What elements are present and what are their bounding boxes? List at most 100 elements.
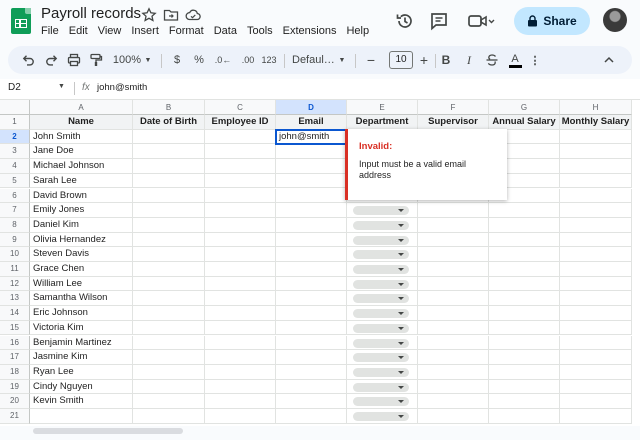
menu-format[interactable]: Format xyxy=(169,25,209,37)
department-dropdown[interactable] xyxy=(353,235,409,245)
table-cell[interactable] xyxy=(347,379,418,395)
menu-file[interactable]: File xyxy=(41,25,64,37)
font-select[interactable]: Defaul… xyxy=(292,52,336,68)
department-dropdown[interactable] xyxy=(353,338,409,348)
table-cell[interactable] xyxy=(205,394,276,409)
table-cell[interactable] xyxy=(418,350,489,365)
table-cell[interactable] xyxy=(205,291,276,307)
table-cell[interactable] xyxy=(276,394,347,409)
table-cell[interactable] xyxy=(489,335,560,351)
name-cell[interactable]: Jane Doe xyxy=(30,144,133,160)
strikethrough-icon[interactable] xyxy=(485,52,499,68)
row-header[interactable]: 18 xyxy=(0,364,30,380)
currency-format-button[interactable]: $ xyxy=(171,52,183,68)
table-cell[interactable] xyxy=(133,247,205,262)
table-cell[interactable] xyxy=(418,217,489,233)
row-header[interactable]: 6 xyxy=(0,188,30,204)
table-cell[interactable] xyxy=(276,364,347,380)
menu-insert[interactable]: Insert xyxy=(131,25,164,37)
table-cell[interactable] xyxy=(205,364,276,380)
meet-video-icon[interactable] xyxy=(466,10,496,32)
name-cell[interactable]: Eric Johnson xyxy=(30,306,133,321)
header-cell[interactable]: Email xyxy=(276,115,347,130)
row-header[interactable]: 2 xyxy=(0,129,30,145)
department-dropdown[interactable] xyxy=(353,382,409,392)
department-dropdown[interactable] xyxy=(353,250,409,260)
table-cell[interactable] xyxy=(133,188,205,204)
table-cell[interactable] xyxy=(205,262,276,277)
table-cell[interactable] xyxy=(133,364,205,380)
column-header-c[interactable]: C xyxy=(205,100,276,115)
table-cell[interactable] xyxy=(489,394,560,409)
table-cell[interactable] xyxy=(489,409,560,424)
table-cell[interactable] xyxy=(347,217,418,233)
table-cell[interactable] xyxy=(347,306,418,321)
table-cell[interactable] xyxy=(276,203,347,218)
row-header[interactable]: 21 xyxy=(0,409,30,424)
menu-extensions[interactable]: Extensions xyxy=(283,25,342,37)
table-cell[interactable] xyxy=(205,320,276,336)
name-cell[interactable]: Olivia Hernandez xyxy=(30,232,133,248)
table-cell[interactable] xyxy=(347,320,418,336)
column-header-a[interactable]: A xyxy=(30,100,133,115)
table-cell[interactable] xyxy=(347,350,418,365)
row-header[interactable]: 8 xyxy=(0,217,30,233)
table-cell[interactable] xyxy=(418,320,489,336)
table-cell[interactable] xyxy=(347,203,418,218)
table-cell[interactable] xyxy=(489,203,560,218)
table-cell[interactable] xyxy=(276,320,347,336)
chevron-down-icon[interactable]: ▼ xyxy=(58,83,65,90)
table-cell[interactable] xyxy=(133,232,205,248)
header-cell[interactable]: Supervisor xyxy=(418,115,489,130)
table-cell[interactable] xyxy=(418,291,489,307)
row-header[interactable]: 13 xyxy=(0,291,30,307)
table-cell[interactable] xyxy=(205,276,276,292)
table-cell[interactable] xyxy=(489,364,560,380)
select-all-corner[interactable] xyxy=(0,100,30,115)
row-header[interactable]: 1 xyxy=(0,115,30,130)
number-format-button[interactable]: 123 xyxy=(261,52,277,68)
row-header[interactable]: 12 xyxy=(0,276,30,292)
table-cell[interactable] xyxy=(205,247,276,262)
header-cell[interactable]: Employee ID xyxy=(205,115,276,130)
table-cell[interactable] xyxy=(560,394,632,409)
department-dropdown[interactable] xyxy=(353,353,409,363)
table-cell[interactable] xyxy=(205,129,276,145)
italic-button[interactable]: I xyxy=(463,52,475,68)
menu-help[interactable]: Help xyxy=(346,25,374,37)
increase-font-size-button[interactable]: + xyxy=(418,52,430,68)
table-cell[interactable] xyxy=(560,291,632,307)
name-cell[interactable]: Grace Chen xyxy=(30,262,133,277)
bold-button[interactable]: B xyxy=(440,52,452,68)
table-cell[interactable] xyxy=(418,203,489,218)
table-cell[interactable] xyxy=(418,247,489,262)
formula-input[interactable]: john@smith xyxy=(97,82,147,93)
table-cell[interactable] xyxy=(276,232,347,248)
table-cell[interactable] xyxy=(347,262,418,277)
star-icon[interactable] xyxy=(141,7,157,23)
header-cell[interactable]: Name xyxy=(30,115,133,130)
table-cell[interactable] xyxy=(418,364,489,380)
name-cell[interactable]: Emily Jones xyxy=(30,203,133,218)
table-cell[interactable] xyxy=(276,247,347,262)
row-header[interactable]: 16 xyxy=(0,335,30,351)
name-cell[interactable]: Kevin Smith xyxy=(30,394,133,409)
department-dropdown[interactable] xyxy=(353,279,409,289)
table-cell[interactable] xyxy=(205,379,276,395)
name-cell[interactable]: Sarah Lee xyxy=(30,173,133,189)
row-header[interactable]: 10 xyxy=(0,247,30,262)
table-cell[interactable] xyxy=(133,159,205,174)
share-button[interactable]: Share xyxy=(514,7,590,35)
cloud-saved-icon[interactable] xyxy=(185,7,201,23)
table-cell[interactable] xyxy=(489,320,560,336)
table-cell[interactable] xyxy=(133,173,205,189)
name-cell[interactable]: Samantha Wilson xyxy=(30,291,133,307)
table-cell[interactable] xyxy=(276,262,347,277)
collapse-toolbar-icon[interactable] xyxy=(602,52,616,68)
table-cell[interactable] xyxy=(205,350,276,365)
row-header[interactable]: 15 xyxy=(0,320,30,336)
table-cell[interactable] xyxy=(560,335,632,351)
table-cell[interactable] xyxy=(205,217,276,233)
header-cell[interactable]: Department xyxy=(347,115,418,130)
table-cell[interactable] xyxy=(205,335,276,351)
